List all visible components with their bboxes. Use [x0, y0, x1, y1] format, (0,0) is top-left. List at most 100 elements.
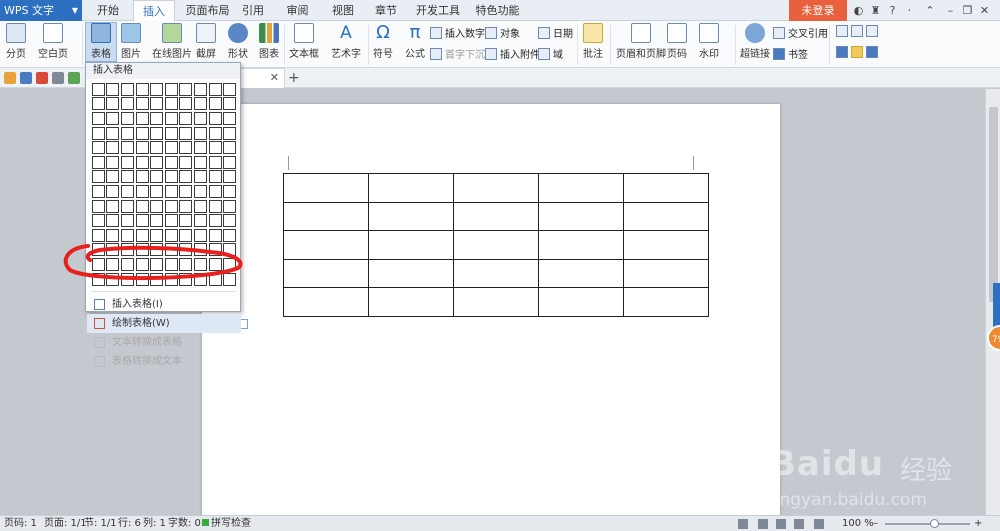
grid-cell[interactable]	[164, 170, 178, 184]
table-cell[interactable]	[623, 173, 709, 203]
grid-cell[interactable]	[223, 141, 237, 155]
grid-cell[interactable]	[150, 97, 164, 111]
chart-button[interactable]: 图表	[259, 23, 279, 60]
grid-cell[interactable]	[193, 126, 207, 140]
grid-cell[interactable]	[150, 111, 164, 125]
online-picture-button[interactable]: 在线图片	[152, 23, 192, 60]
form-icon[interactable]	[851, 25, 863, 37]
grid-cell[interactable]	[135, 126, 149, 140]
table-cell[interactable]	[368, 230, 454, 260]
screenshot-button[interactable]: 截屏	[196, 23, 216, 60]
restore-icon[interactable]: ❐	[959, 0, 976, 21]
watermark-button[interactable]: 水印	[699, 23, 719, 60]
table-cell[interactable]	[453, 230, 539, 260]
table-cell[interactable]	[453, 258, 539, 289]
close-icon[interactable]: ✕	[976, 0, 993, 21]
table-cell[interactable]	[623, 201, 709, 232]
grid-cell[interactable]	[208, 214, 222, 228]
form-icon[interactable]	[836, 46, 848, 58]
grid-cell[interactable]	[135, 184, 149, 198]
table-cell[interactable]	[453, 201, 539, 232]
grid-cell[interactable]	[164, 214, 178, 228]
grid-cell[interactable]	[91, 214, 105, 228]
formula-button[interactable]: π 公式	[405, 23, 425, 61]
grid-cell[interactable]	[91, 184, 105, 198]
table-cell[interactable]	[453, 173, 539, 203]
minimize-icon[interactable]: –	[942, 0, 959, 21]
grid-cell[interactable]	[135, 97, 149, 111]
table-cell[interactable]	[453, 287, 539, 317]
grid-cell[interactable]	[223, 111, 237, 125]
tab-chapter[interactable]: 章节	[370, 0, 402, 21]
insert-attachment-button[interactable]: 插入附件	[485, 46, 540, 61]
grid-cell[interactable]	[193, 199, 207, 213]
grid-cell[interactable]	[150, 82, 164, 96]
grid-cell[interactable]	[120, 199, 134, 213]
grid-cell[interactable]	[164, 141, 178, 155]
grid-cell[interactable]	[91, 111, 105, 125]
outline-view-icon[interactable]	[794, 519, 804, 529]
grid-cell[interactable]	[164, 82, 178, 96]
grid-cell[interactable]	[223, 126, 237, 140]
login-button[interactable]: 未登录	[789, 0, 847, 21]
grid-cell[interactable]	[179, 184, 193, 198]
pdf-icon[interactable]	[36, 72, 48, 84]
read-view-icon[interactable]	[814, 519, 824, 529]
grid-cell[interactable]	[135, 111, 149, 125]
grid-cell[interactable]	[223, 82, 237, 96]
save-icon[interactable]	[20, 72, 32, 84]
zoom-slider-knob[interactable]	[930, 519, 939, 528]
table-cell[interactable]	[283, 201, 369, 232]
grid-cell[interactable]	[120, 184, 134, 198]
tab-developer[interactable]: 开发工具	[413, 0, 463, 21]
table-cell[interactable]	[623, 287, 709, 317]
grid-cell[interactable]	[164, 184, 178, 198]
insert-number-button[interactable]: 插入数字	[430, 25, 485, 40]
document-table[interactable]	[283, 173, 709, 317]
grid-cell[interactable]	[150, 170, 164, 184]
grid-cell[interactable]	[106, 82, 120, 96]
header-footer-button[interactable]: 页眉和页脚	[616, 23, 666, 60]
document-page[interactable]	[202, 104, 780, 524]
form-icon[interactable]	[836, 25, 848, 37]
textbox-button[interactable]: 文本框	[289, 23, 319, 60]
help-icon[interactable]: ?	[884, 0, 901, 21]
grid-cell[interactable]	[208, 111, 222, 125]
tab-references[interactable]: 引用	[238, 0, 268, 21]
table-cell[interactable]	[538, 230, 624, 260]
grid-cell[interactable]	[91, 82, 105, 96]
grid-cell[interactable]	[106, 111, 120, 125]
table-cell[interactable]	[538, 201, 624, 232]
grid-cell[interactable]	[223, 155, 237, 169]
picture-button[interactable]: 图片	[121, 23, 141, 60]
field-button[interactable]: 域	[538, 46, 563, 61]
zoom-out-icon[interactable]: –	[873, 516, 878, 531]
app-menu-button[interactable]: WPS 文字 ▼	[0, 0, 82, 21]
grid-cell[interactable]	[120, 97, 134, 111]
page-number-button[interactable]: 页码	[667, 23, 687, 60]
grid-cell[interactable]	[120, 82, 134, 96]
grid-cell[interactable]	[208, 199, 222, 213]
close-tab-icon[interactable]: ✕	[270, 71, 279, 84]
tab-insert[interactable]: 插入	[133, 0, 175, 22]
blank-page-button[interactable]: 空白页	[38, 23, 68, 60]
menu-draw-table[interactable]: 绘制表格(W)	[87, 314, 241, 333]
grid-cell[interactable]	[164, 155, 178, 169]
grid-cell[interactable]	[179, 199, 193, 213]
tab-features[interactable]: 特色功能	[470, 0, 525, 21]
grid-cell[interactable]	[150, 126, 164, 140]
grid-cell[interactable]	[106, 97, 120, 111]
shapes-button[interactable]: 形状	[228, 23, 248, 60]
grid-cell[interactable]	[150, 214, 164, 228]
grid-cell[interactable]	[106, 184, 120, 198]
tab-view[interactable]: 视图	[327, 0, 359, 21]
grid-cell[interactable]	[91, 199, 105, 213]
hyperlink-button[interactable]: 超链接	[740, 23, 770, 60]
grid-cell[interactable]	[135, 170, 149, 184]
skin-icon[interactable]: ◐	[850, 0, 867, 21]
grid-cell[interactable]	[106, 199, 120, 213]
table-cell[interactable]	[283, 287, 369, 317]
grid-cell[interactable]	[208, 97, 222, 111]
symbol-button[interactable]: Ω 符号	[373, 23, 393, 61]
grid-cell[interactable]	[91, 155, 105, 169]
